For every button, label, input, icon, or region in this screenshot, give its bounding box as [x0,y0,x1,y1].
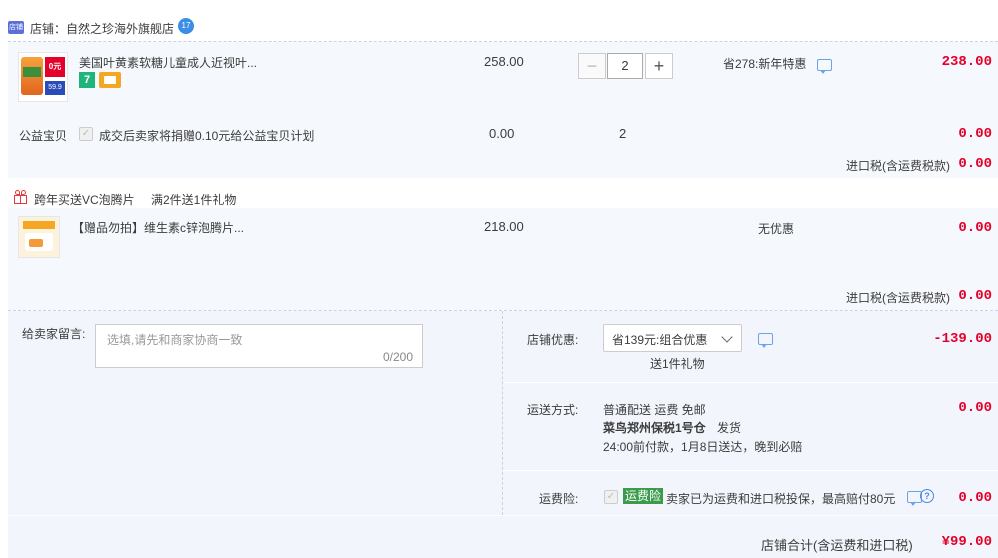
thumb-sub-badge: 59.9 [45,81,65,95]
gift-promo-status: 无优惠 [758,222,795,236]
import-tax-value-2: 0.00 [958,288,992,304]
divider [503,470,998,471]
thumb-price-badge: 0元 [45,57,65,77]
unit-price: 258.00 [484,54,524,69]
import-tax-label: 进口税(含运费税款) [846,159,950,173]
store-discount-selected: 省139元:组合优惠 [612,333,708,347]
quantity-input[interactable]: 2 [607,53,643,79]
product-thumbnail[interactable]: 0元 59.9 [18,52,68,102]
insurance-description: 卖家已为运费和进口税投保，最高赔付80元 [666,492,896,506]
charity-quantity: 2 [619,126,627,141]
insurance-checkbox[interactable]: ✓ [604,490,618,504]
column-divider [502,311,504,515]
product-name-link[interactable]: 美国叶黄素软糖儿童成人近视叶... [79,54,257,71]
increase-quantity-button[interactable]: + [645,53,673,79]
shop-name-link[interactable]: 店铺：自然之珍海外旗舰店 [30,20,174,37]
gift-icon [13,190,29,204]
insurance-label: 运费险: [539,492,579,506]
store-discount-label: 店铺优惠: [527,333,579,347]
store-total-label: 店铺合计(含运费和进口税) [761,538,913,553]
card-payment-icon [99,72,121,88]
insurance-tag: 运费险 [623,488,664,504]
gift-unit-price: 218.00 [484,219,524,234]
gift-subtotal: 0.00 [958,220,992,236]
message-label: 给卖家留言: [22,327,86,341]
message-placeholder: 选填,请先和商家协商一致 [107,333,243,347]
promo-text: 省278:新年特惠 [723,57,807,71]
message-to-seller-input[interactable]: 选填,请先和商家协商一致 0/200 [95,324,423,368]
shipping-send: 发货 [717,421,742,435]
gift-name-link[interactable]: 【赠品勿拍】维生素c锌泡腾片... [72,219,244,236]
shipping-warehouse: 菜鸟郑州保税1号仓 [603,421,706,435]
wangwang-chat-icon[interactable]: 17 [178,18,194,34]
gift-promo-title: 跨年买送VC泡腾片 [34,193,135,207]
import-tax-value: 0.00 [958,156,992,172]
item-subtotal: 238.00 [941,54,992,70]
insurance-value: 0.00 [958,490,992,506]
message-icon[interactable] [758,333,773,348]
message-icon[interactable] [817,59,832,74]
decrease-quantity-button[interactable]: − [578,53,606,79]
charity-checkbox[interactable]: ✓ [79,127,93,141]
charity-label: 公益宝贝 [19,129,68,143]
gift-promo-rule: 满2件送1件礼物 [151,193,237,207]
shop-header: 店铺 店铺：自然之珍海外旗舰店 17 [0,12,998,42]
seven-day-return-icon: 7 [79,72,95,88]
shipping-eta: 24:00前付款，1月8日送达，晚到必赔 [603,440,803,454]
shop-icon: 店铺 [8,21,24,34]
gift-note: 送1件礼物 [650,357,705,371]
store-discount-value: -139.00 [933,331,992,347]
message-counter: 0/200 [382,350,413,364]
store-total-value: ¥99.00 [941,534,992,550]
shipping-method: 普通配送 运费 免邮 [603,403,706,417]
charity-subtotal: 0.00 [958,126,992,142]
charity-description: 成交后卖家将捐赠0.10元给公益宝贝计划 [99,129,315,143]
chevron-down-icon [721,331,733,343]
divider [8,515,998,516]
shipping-label: 运送方式: [527,403,579,417]
charity-price: 0.00 [489,126,515,141]
shipping-value: 0.00 [958,400,992,416]
import-tax-label-2: 进口税(含运费税款) [846,291,950,305]
divider [503,382,998,383]
gift-thumbnail[interactable] [18,216,60,258]
store-discount-select[interactable]: 省139元:组合优惠 [603,324,742,352]
